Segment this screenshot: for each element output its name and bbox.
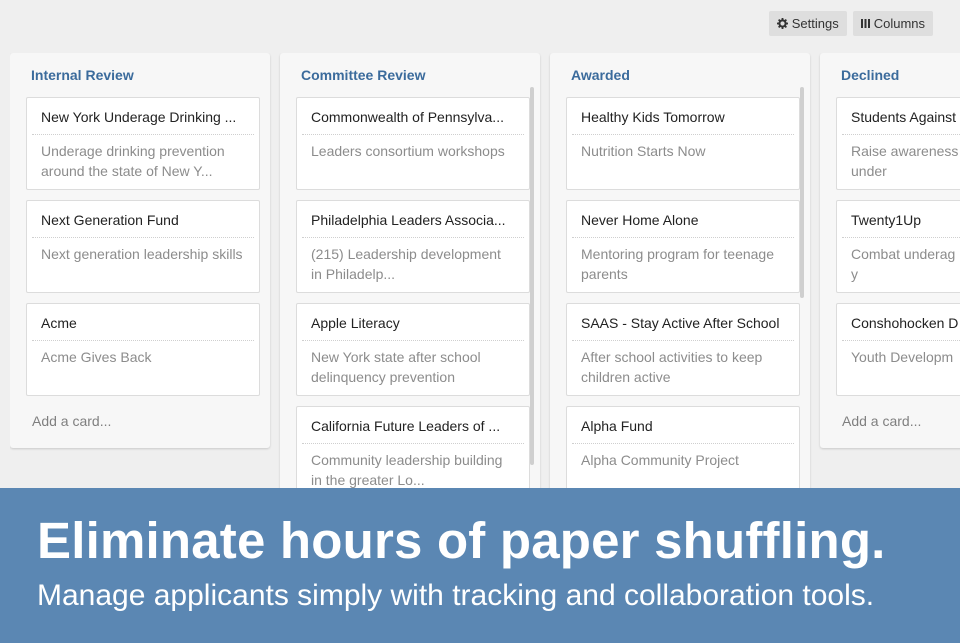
card-title: Never Home Alone bbox=[572, 201, 794, 238]
scrollbar[interactable] bbox=[530, 87, 534, 465]
card-title: Next Generation Fund bbox=[32, 201, 254, 238]
card-title: Philadelphia Leaders Associa... bbox=[302, 201, 524, 238]
board: Internal Review New York Underage Drinki… bbox=[10, 53, 960, 488]
columns-button[interactable]: Columns bbox=[852, 11, 933, 36]
card[interactable]: New York Underage Drinking ... Underage … bbox=[26, 97, 260, 190]
card-title: New York Underage Drinking ... bbox=[32, 98, 254, 135]
card-title: Apple Literacy bbox=[302, 304, 524, 341]
card-title: Healthy Kids Tomorrow bbox=[572, 98, 794, 135]
card[interactable]: Conshohocken D Youth Developm bbox=[836, 303, 960, 396]
column-committee-review: Committee Review Commonwealth of Pennsyl… bbox=[280, 53, 540, 488]
card-title: Conshohocken D bbox=[842, 304, 960, 341]
card[interactable]: California Future Leaders of ... Communi… bbox=[296, 406, 530, 488]
banner-headline: Eliminate hours of paper shuffling. bbox=[37, 512, 886, 569]
card[interactable]: Never Home Alone Mentoring program for t… bbox=[566, 200, 800, 293]
gear-icon bbox=[776, 18, 788, 29]
card-description: Raise awareness dangers of under bbox=[851, 143, 960, 179]
card-description: Next generation leadership skills bbox=[41, 246, 243, 262]
card-title: Alpha Fund bbox=[572, 407, 794, 444]
card[interactable]: Acme Acme Gives Back bbox=[26, 303, 260, 396]
add-card-link[interactable]: Add a card... bbox=[32, 413, 111, 429]
card-description: Nutrition Starts Now bbox=[581, 143, 706, 159]
toolbar: Settings Columns bbox=[768, 11, 933, 36]
card[interactable]: Twenty1Up Combat underag underprivileged… bbox=[836, 200, 960, 293]
card-description: Leaders consortium workshops bbox=[311, 143, 505, 159]
card-description: After school activities to keep children… bbox=[581, 349, 763, 385]
settings-label: Settings bbox=[791, 16, 839, 31]
column-title: Committee Review bbox=[301, 67, 426, 83]
card-description: Youth Developm bbox=[851, 349, 954, 365]
card[interactable]: Apple Literacy New York state after scho… bbox=[296, 303, 530, 396]
columns-label: Columns bbox=[873, 16, 925, 31]
card[interactable]: Alpha Fund Alpha Community Project bbox=[566, 406, 800, 488]
columns-icon bbox=[860, 19, 870, 28]
card-description: Acme Gives Back bbox=[41, 349, 152, 365]
scrollbar[interactable] bbox=[800, 87, 804, 298]
promo-banner: Eliminate hours of paper shuffling. Mana… bbox=[0, 488, 960, 643]
card-description: Mentoring program for teenage parents bbox=[581, 246, 774, 282]
card[interactable]: Philadelphia Leaders Associa... (215) Le… bbox=[296, 200, 530, 293]
card[interactable]: Commonwealth of Pennsylva... Leaders con… bbox=[296, 97, 530, 190]
card-title: Acme bbox=[32, 304, 254, 341]
column-awarded: Awarded Healthy Kids Tomorrow Nutrition … bbox=[550, 53, 810, 488]
card-description: Underage drinking prevention around the … bbox=[41, 143, 225, 179]
column-title: Awarded bbox=[571, 67, 630, 83]
column-declined: Declined Students Against Raise awarenes… bbox=[820, 53, 960, 448]
column-title: Declined bbox=[841, 67, 900, 83]
card-title: SAAS - Stay Active After School bbox=[572, 304, 794, 341]
settings-button[interactable]: Settings bbox=[768, 11, 847, 36]
column-internal-review: Internal Review New York Underage Drinki… bbox=[10, 53, 270, 448]
card-description: Community leadership building in the gre… bbox=[311, 452, 503, 488]
card-title: Twenty1Up bbox=[842, 201, 960, 238]
card-description: (215) Leadership development in Philadel… bbox=[311, 246, 501, 282]
card-title: Commonwealth of Pennsylva... bbox=[302, 98, 524, 135]
card-description: Alpha Community Project bbox=[581, 452, 739, 468]
card[interactable]: Students Against Raise awareness dangers… bbox=[836, 97, 960, 190]
card-description: New York state after school delinquency … bbox=[311, 349, 481, 385]
add-card-link[interactable]: Add a card... bbox=[842, 413, 921, 429]
card-description: Combat underag underprivileged y bbox=[851, 246, 960, 282]
card[interactable]: Next Generation Fund Next generation lea… bbox=[26, 200, 260, 293]
card-title: California Future Leaders of ... bbox=[302, 407, 524, 444]
banner-subline: Manage applicants simply with tracking a… bbox=[37, 579, 875, 612]
card-title: Students Against bbox=[842, 98, 960, 135]
card[interactable]: SAAS - Stay Active After School After sc… bbox=[566, 303, 800, 396]
column-title: Internal Review bbox=[31, 67, 134, 83]
card[interactable]: Healthy Kids Tomorrow Nutrition Starts N… bbox=[566, 97, 800, 190]
